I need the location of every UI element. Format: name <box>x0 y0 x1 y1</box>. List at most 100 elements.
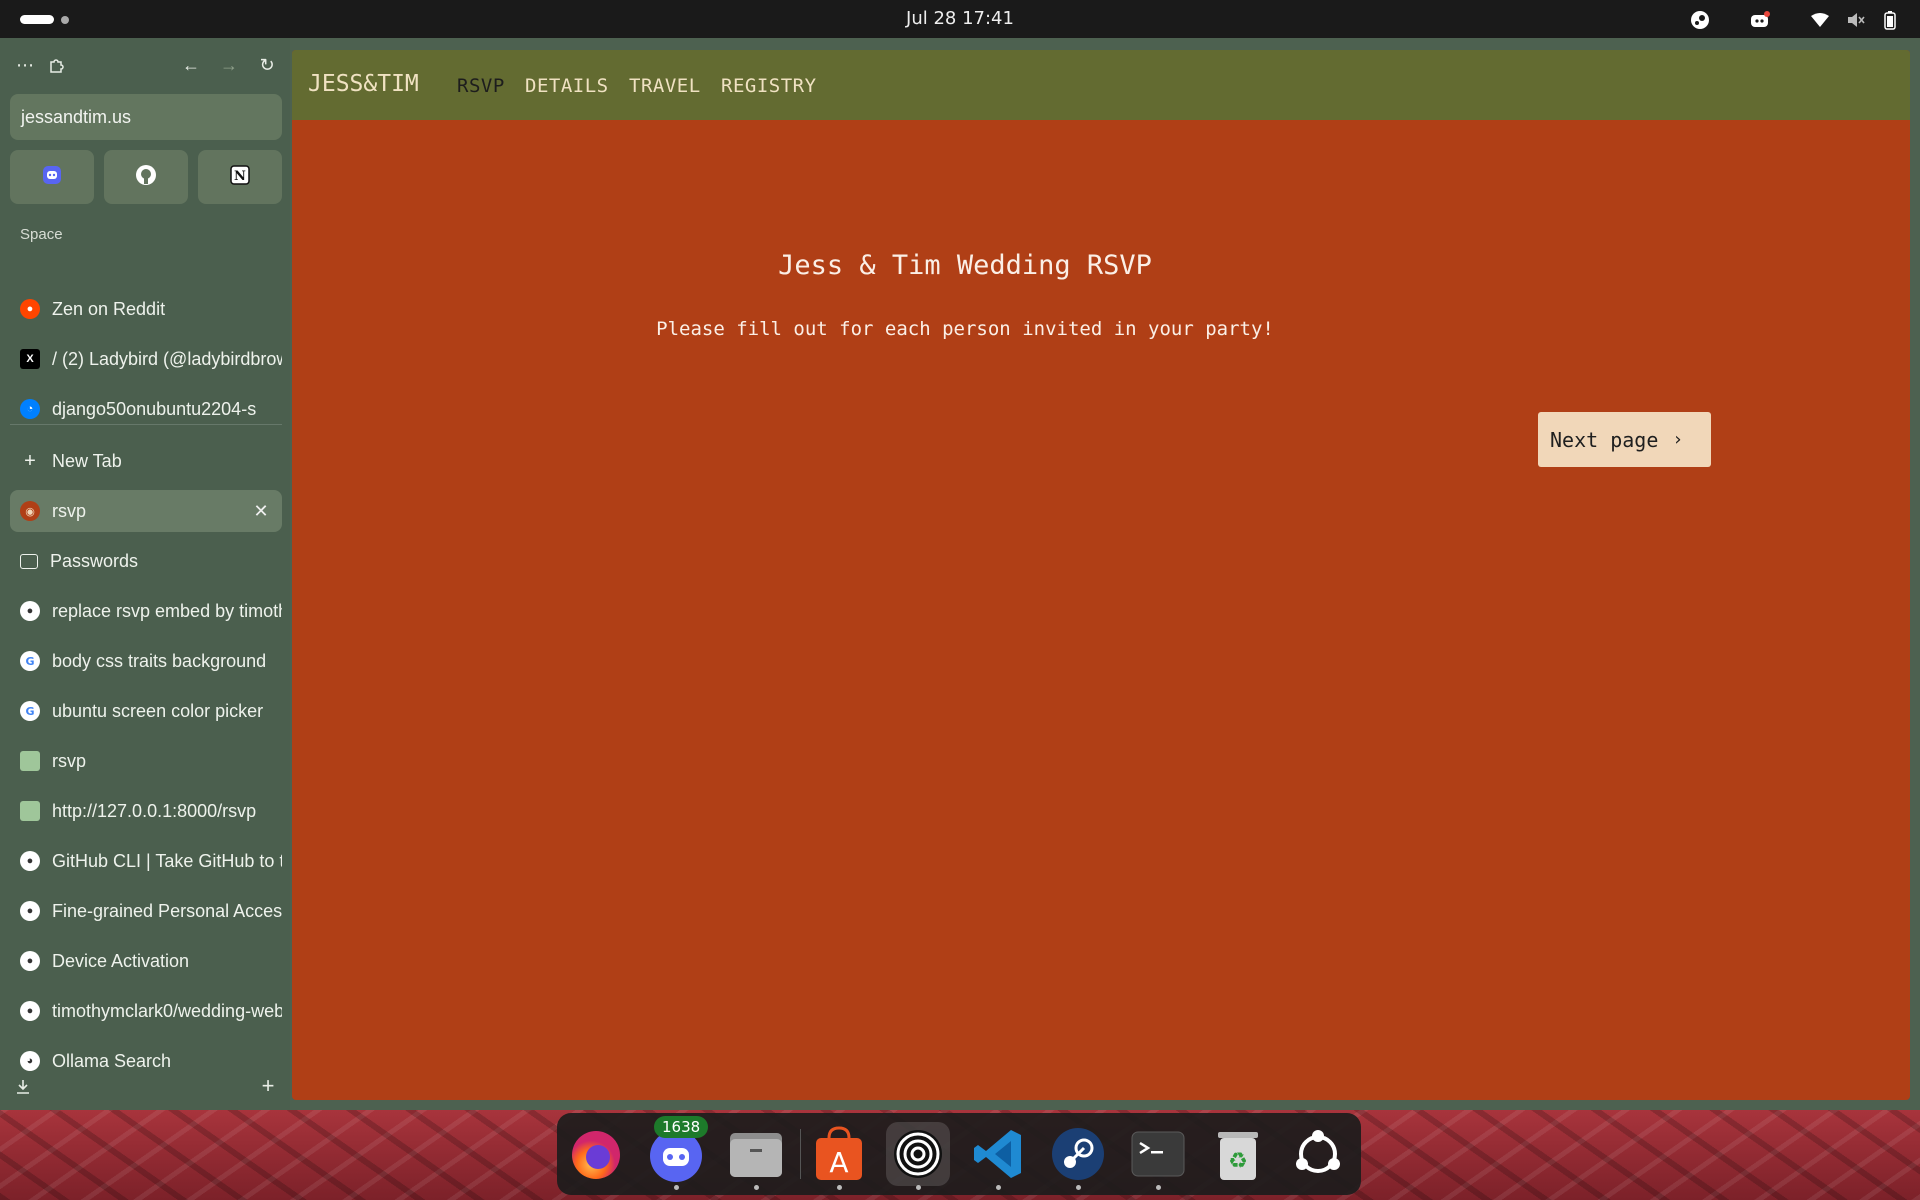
dock-separator <box>800 1129 801 1179</box>
notification-badge: 1638 <box>654 1116 709 1138</box>
battery-icon[interactable] <box>1878 8 1902 32</box>
next-page-button[interactable]: Next page › <box>1538 412 1711 467</box>
site-icon: ◉ <box>20 501 40 521</box>
tab-label: timothymclark0/wedding-website <box>52 1000 282 1021</box>
tab-github-repo[interactable]: ● timothymclark0/wedding-website <box>10 990 282 1032</box>
forward-icon[interactable]: → <box>216 52 242 78</box>
dock: 1638 A ♻ <box>557 1113 1361 1195</box>
tab-label: replace rsvp embed by timothymclark0 <box>52 600 282 621</box>
digitalocean-icon: ◔ <box>20 399 40 419</box>
back-icon[interactable]: ← <box>178 52 204 78</box>
steam-icon <box>1052 1128 1104 1180</box>
tab-device-activation[interactable]: ● Device Activation <box>10 940 282 982</box>
nav-registry[interactable]: REGISTRY <box>721 75 817 97</box>
space-label: Space <box>20 226 63 243</box>
dock-show-apps[interactable] <box>1286 1122 1350 1186</box>
system-top-bar: Jul 28 17:41 <box>0 0 1920 38</box>
tab-label: rsvp <box>52 750 87 771</box>
discord-tray-icon[interactable] <box>1748 8 1772 32</box>
tab-label: GitHub CLI | Take GitHub to the command … <box>52 850 282 871</box>
google-icon: G <box>20 651 40 671</box>
tab-label: ubuntu screen color picker <box>52 700 264 721</box>
github-icon: ● <box>20 601 40 621</box>
tab-github-cli[interactable]: ● GitHub CLI | Take GitHub to the comman… <box>10 840 282 882</box>
wifi-icon[interactable] <box>1808 8 1832 32</box>
plus-icon: + <box>24 449 36 472</box>
tab-rsvp-local[interactable]: rsvp <box>10 740 282 782</box>
dock-app-center[interactable]: A <box>807 1122 871 1190</box>
pinned-tab-discord[interactable] <box>10 150 94 204</box>
nav-details[interactable]: DETAILS <box>525 75 609 97</box>
chevron-right-icon: › <box>1672 429 1684 450</box>
ubuntu-icon <box>1296 1130 1340 1173</box>
tab-label: rsvp <box>52 500 87 521</box>
next-page-label: Next page <box>1550 427 1659 452</box>
more-options-icon[interactable]: ⋯ <box>12 52 38 78</box>
window-icon <box>20 553 38 569</box>
google-icon: G <box>20 701 40 721</box>
github-icon: ● <box>20 901 40 921</box>
svg-text:N: N <box>234 169 246 184</box>
files-icon <box>730 1133 782 1177</box>
browser-sidebar: ⋯ ← → ↻ jessandtim.us N Space ● Zen on R… <box>0 38 290 1110</box>
tab-label: django50onubuntu2204-s <box>52 398 257 419</box>
space-tab-x[interactable]: X / (2) Ladybird (@ladybirdbrowser) <box>10 338 282 380</box>
add-icon[interactable]: + <box>256 1074 280 1098</box>
clock[interactable]: Jul 28 17:41 <box>0 8 1920 29</box>
dock-terminal[interactable] <box>1126 1122 1190 1190</box>
discord-icon <box>42 165 62 190</box>
github-icon: ● <box>20 1001 40 1021</box>
tab-github-pr[interactable]: ● replace rsvp embed by timothymclark0 <box>10 590 282 632</box>
site-header: JESS&TIM RSVP DETAILS TRAVEL REGISTRY <box>292 50 1910 120</box>
tab-localhost[interactable]: http://127.0.0.1:8000/rsvp <box>10 790 282 832</box>
steam-tray-icon[interactable] <box>1688 8 1712 32</box>
dock-firefox[interactable] <box>564 1122 628 1186</box>
vscode-icon <box>974 1130 1021 1178</box>
reload-icon[interactable]: ↻ <box>254 52 280 78</box>
dock-files[interactable] <box>724 1122 788 1190</box>
notion-icon: N <box>230 164 250 190</box>
web-page: JESS&TIM RSVP DETAILS TRAVEL REGISTRY Je… <box>292 50 1910 1100</box>
github-icon: ● <box>20 951 40 971</box>
new-tab-button[interactable]: + New Tab <box>10 440 282 482</box>
tab-google-css[interactable]: G body css traits background <box>10 640 282 682</box>
square-icon <box>20 801 40 821</box>
extensions-icon[interactable] <box>44 52 70 78</box>
dock-zen-browser[interactable] <box>886 1122 950 1190</box>
volume-muted-icon[interactable] <box>1844 8 1868 32</box>
sidebar-divider <box>10 424 282 425</box>
pinned-tab-notion[interactable]: N <box>198 150 282 204</box>
tab-label: Fine-grained Personal Access Tokens <box>52 900 282 921</box>
tab-rsvp-active[interactable]: ◉ rsvp ✕ <box>10 490 282 532</box>
running-indicator <box>996 1185 1001 1190</box>
github-icon <box>135 164 157 191</box>
tab-github-tokens[interactable]: ● Fine-grained Personal Access Tokens <box>10 890 282 932</box>
dock-vscode[interactable] <box>966 1122 1030 1190</box>
url-bar[interactable]: jessandtim.us <box>10 94 282 140</box>
dock-steam[interactable] <box>1046 1122 1110 1190</box>
tab-passwords[interactable]: Passwords <box>10 540 282 582</box>
tab-label: Passwords <box>50 550 139 571</box>
running-indicator <box>1156 1185 1161 1190</box>
nav-travel[interactable]: TRAVEL <box>629 75 701 97</box>
browser-window: ⋯ ← → ↻ jessandtim.us N Space ● Zen on R… <box>0 38 1920 1110</box>
nav-rsvp[interactable]: RSVP <box>457 75 505 97</box>
space-tab-reddit[interactable]: ● Zen on Reddit <box>10 288 282 330</box>
sidebar-controls: ⋯ ← → ↻ <box>12 52 282 80</box>
firefox-icon <box>572 1131 620 1179</box>
tab-label: http://127.0.0.1:8000/rsvp <box>52 800 257 821</box>
close-tab-icon[interactable]: ✕ <box>250 500 272 522</box>
tab-google-picker[interactable]: G ubuntu screen color picker <box>10 690 282 732</box>
downloads-icon[interactable] <box>12 1076 34 1098</box>
pinned-tab-github[interactable] <box>104 150 188 204</box>
reddit-icon: ● <box>20 299 40 319</box>
square-icon <box>20 751 40 771</box>
dock-discord[interactable]: 1638 <box>644 1116 709 1190</box>
trash-icon: ♻ <box>1218 1132 1258 1180</box>
zen-browser-icon <box>894 1130 942 1178</box>
dock-trash[interactable]: ♻ <box>1206 1122 1270 1186</box>
terminal-icon <box>1131 1131 1185 1177</box>
site-brand[interactable]: JESS&TIM <box>308 71 419 97</box>
page-title: Jess & Tim Wedding RSVP <box>778 250 1152 281</box>
tab-label: Device Activation <box>52 950 190 971</box>
